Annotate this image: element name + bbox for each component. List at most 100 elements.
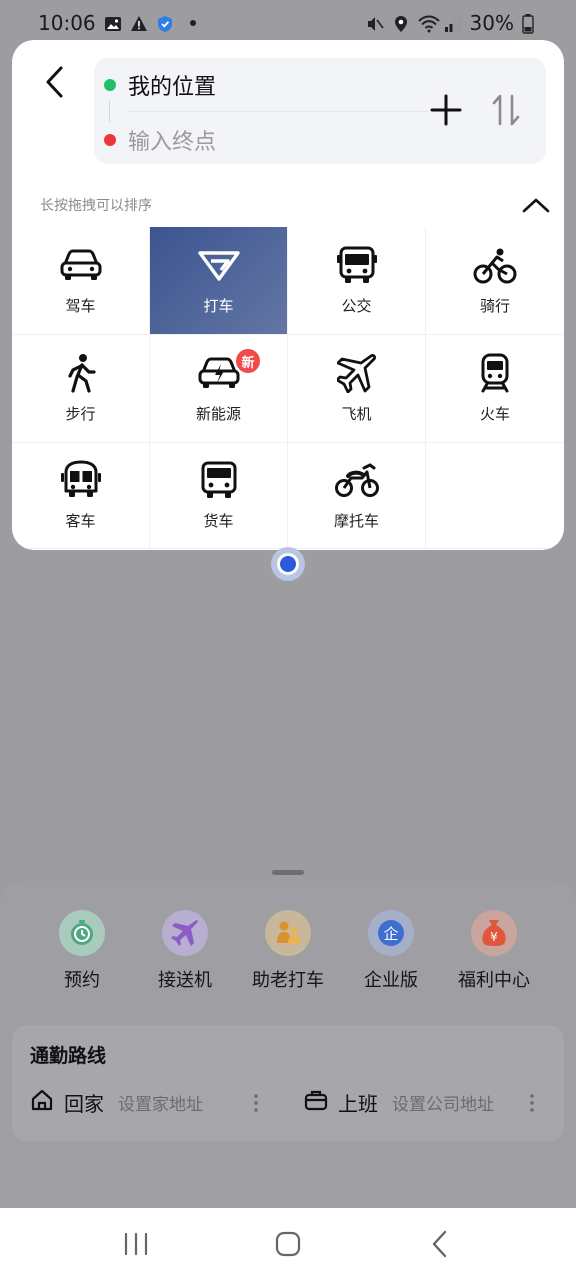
mode-walk[interactable]: 步行	[12, 335, 150, 443]
destination-placeholder: 输入终点	[128, 130, 217, 155]
back-button[interactable]	[34, 62, 74, 102]
shortcut-label: 预约	[64, 970, 100, 991]
home-button[interactable]	[258, 1219, 318, 1269]
mode-label: 飞机	[341, 405, 372, 423]
home-address-hint: 设置家地址	[118, 1094, 203, 1115]
location-pin-icon	[392, 14, 410, 32]
shortcut-label: 助老打车	[252, 970, 324, 991]
back-nav-button[interactable]	[410, 1219, 470, 1269]
home-nav-icon	[275, 1231, 301, 1257]
enterprise-icon: 企	[368, 910, 414, 956]
mode-label: 打车	[203, 297, 234, 315]
mode-label: 驾车	[65, 297, 96, 315]
travel-mode-grid: 驾车 打车 公交 骑行 步行 新 新能源 飞机 火车 客车 货车 摩托车	[12, 227, 564, 549]
recent-apps-button[interactable]	[106, 1219, 166, 1269]
walk-icon	[58, 353, 104, 393]
chevron-left-icon	[46, 66, 63, 98]
mode-cycling[interactable]: 骑行	[426, 227, 564, 335]
home-more-button[interactable]	[246, 1089, 266, 1117]
elderly-icon	[265, 910, 311, 956]
route-divider	[128, 111, 428, 112]
work-more-button[interactable]	[522, 1089, 542, 1117]
bus-icon	[334, 245, 380, 285]
shortcut-airport-transfer[interactable]: 接送机	[135, 910, 235, 992]
svg-text:企: 企	[383, 925, 398, 943]
chevron-up-icon	[522, 198, 550, 213]
commute-title: 通勤路线	[30, 1045, 107, 1067]
more-vertical-icon	[254, 1094, 258, 1112]
mode-taxi[interactable]: 打车	[150, 227, 288, 335]
mode-flight[interactable]: 飞机	[288, 335, 426, 443]
sort-hint-row: 长按拖拽可以排序	[40, 190, 556, 220]
train-icon	[472, 353, 518, 393]
signal-icon	[444, 14, 462, 32]
svg-text:¥: ¥	[490, 930, 498, 944]
truck-icon	[196, 460, 242, 500]
mode-new-energy[interactable]: 新 新能源	[150, 335, 288, 443]
status-time: 10:06	[38, 11, 96, 35]
route-panel: 我的位置 输入终点 长按拖拽可以排序 驾车 打车 公交 骑行 步行 新 新能源 …	[12, 40, 564, 550]
more-vertical-icon	[530, 1094, 534, 1112]
sort-hint-text: 长按拖拽可以排序	[40, 198, 152, 214]
swap-icon	[492, 94, 520, 126]
work-address-hint: 设置公司地址	[392, 1094, 494, 1115]
destination-field[interactable]: 输入终点	[104, 115, 424, 165]
shortcut-row: 预约 接送机 助老打车 企 企业版 ¥ 福利中心	[32, 910, 544, 992]
clock-icon	[59, 910, 105, 956]
origin-dot-icon	[104, 79, 116, 91]
plus-icon	[430, 94, 462, 126]
airplane-icon	[334, 353, 380, 393]
mute-icon	[366, 14, 384, 32]
coach-icon	[58, 460, 104, 500]
home-label: 回家	[64, 1091, 104, 1116]
mode-car[interactable]: 驾车	[12, 227, 150, 335]
mode-label: 公交	[341, 297, 372, 315]
origin-field[interactable]: 我的位置	[104, 60, 424, 110]
money-bag-icon: ¥	[471, 910, 517, 956]
work-label: 上班	[338, 1091, 378, 1116]
ev-car-icon	[196, 353, 242, 393]
mode-coach[interactable]: 客车	[12, 443, 150, 549]
add-waypoint-button[interactable]	[424, 88, 468, 132]
battery-text: 30%	[469, 11, 514, 35]
shield-icon	[156, 14, 174, 32]
collapse-button[interactable]	[516, 190, 556, 220]
empty-grid-cell	[426, 443, 564, 549]
mode-label: 骑行	[479, 297, 510, 315]
airplane-icon	[162, 910, 208, 956]
battery-icon	[522, 14, 540, 34]
commute-card: 通勤路线 回家 设置家地址 上班 设置公司地址	[12, 1025, 564, 1141]
gallery-icon	[104, 14, 122, 32]
wifi-icon	[417, 14, 440, 33]
shortcut-welfare-center[interactable]: ¥ 福利中心	[444, 910, 544, 992]
mode-train[interactable]: 火车	[426, 335, 564, 443]
mode-label: 步行	[65, 405, 96, 423]
route-input-box: 我的位置 输入终点	[94, 58, 546, 164]
recent-apps-icon	[124, 1232, 148, 1256]
shortcut-reservation[interactable]: 预约	[32, 910, 132, 992]
mode-label: 摩托车	[333, 512, 379, 530]
warning-icon	[130, 14, 148, 32]
shortcut-elderly-taxi[interactable]: 助老打车	[238, 910, 338, 992]
current-location-marker	[271, 547, 305, 581]
mode-truck[interactable]: 货车	[150, 443, 288, 549]
commute-home[interactable]: 回家 设置家地址	[30, 1085, 203, 1119]
new-badge: 新	[236, 349, 260, 373]
origin-text: 我的位置	[128, 75, 217, 100]
mode-bus[interactable]: 公交	[288, 227, 426, 335]
briefcase-icon	[304, 1088, 328, 1116]
shortcut-label: 福利中心	[458, 970, 530, 991]
shortcut-enterprise[interactable]: 企 企业版	[341, 910, 441, 992]
car-icon	[58, 245, 104, 285]
sheet-grabber-handle[interactable]	[272, 870, 304, 875]
motorcycle-icon	[334, 460, 380, 500]
mode-label: 火车	[479, 405, 510, 423]
commute-work[interactable]: 上班 设置公司地址	[304, 1085, 494, 1119]
shortcut-label: 企业版	[364, 970, 418, 991]
shortcut-label: 接送机	[158, 970, 212, 991]
mode-motorcycle[interactable]: 摩托车	[288, 443, 426, 549]
swap-route-button[interactable]	[484, 88, 528, 132]
taxi-icon	[196, 245, 242, 285]
destination-dot-icon	[104, 134, 116, 146]
mode-label: 新能源	[195, 405, 241, 423]
